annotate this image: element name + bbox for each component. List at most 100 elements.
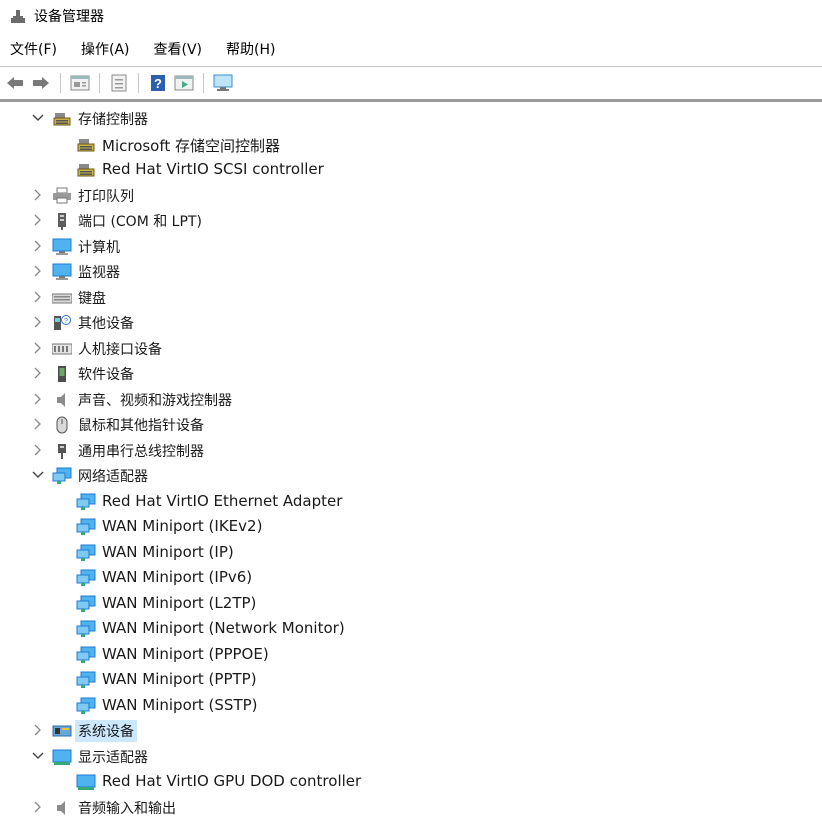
network-adapter-icon [76, 671, 96, 689]
tree-item-label: 键盘 [78, 290, 106, 307]
tree-item-label: WAN Miniport (IP) [102, 542, 234, 561]
chevron-right-icon[interactable] [31, 443, 45, 457]
menu-file[interactable]: 文件(F) [10, 37, 57, 61]
chevron-right-icon[interactable] [31, 392, 45, 406]
chevron-right-icon[interactable] [31, 723, 45, 737]
title-bar: 设备管理器 [0, 0, 822, 32]
chevron-right-icon[interactable] [31, 800, 45, 814]
tree-device[interactable]: WAN Miniport (Network Monitor) [0, 616, 822, 641]
mouse-icon [52, 416, 72, 434]
network-adapter-icon [76, 595, 96, 613]
usb-icon [52, 442, 72, 460]
tree-category[interactable]: 声音、视频和游戏控制器 [0, 387, 822, 412]
tree-category[interactable]: 显示适配器 [0, 744, 822, 769]
chevron-right-icon[interactable] [31, 239, 45, 253]
tree-item-label: 鼠标和其他指针设备 [78, 418, 204, 434]
monitor-icon[interactable] [212, 72, 234, 94]
tree-category[interactable]: 键盘 [0, 285, 822, 310]
tree-item-label: Red Hat VirtIO Ethernet Adapter [102, 491, 343, 510]
tree-category[interactable]: 存储控制器 [0, 106, 822, 131]
tree-item-label: 网络适配器 [78, 469, 148, 485]
tree-category[interactable]: 打印队列 [0, 183, 822, 208]
toolbar-separator [203, 73, 204, 93]
tree-category[interactable]: 软件设备 [0, 361, 822, 386]
tree-category[interactable]: 音频输入和输出 [0, 795, 822, 820]
tree-category[interactable]: 计算机 [0, 234, 822, 259]
toolbar-separator [60, 73, 61, 93]
tree-category[interactable]: 鼠标和其他指针设备 [0, 412, 822, 437]
tree-device[interactable]: WAN Miniport (IP) [0, 540, 822, 565]
tree-item-label: 存储控制器 [78, 112, 148, 128]
tree-device[interactable]: WAN Miniport (PPPOE) [0, 642, 822, 667]
speaker-icon [52, 799, 72, 817]
menu-view[interactable]: 查看(V) [154, 37, 203, 61]
tree-category[interactable]: 网络适配器 [0, 463, 822, 488]
network-adapter-icon [76, 646, 96, 664]
tree-device[interactable]: WAN Miniport (IKEv2) [0, 514, 822, 539]
computer-icon [52, 238, 72, 256]
help-icon[interactable]: ? [147, 72, 169, 94]
display-adapter-icon [76, 773, 96, 791]
tree-device[interactable]: WAN Miniport (PPTP) [0, 667, 822, 692]
network-adapter-icon [52, 467, 72, 485]
chevron-down-icon[interactable] [31, 111, 45, 125]
network-adapter-icon [76, 493, 96, 511]
tree-item-label: 端口 (COM 和 LPT) [78, 214, 202, 230]
tree-item-label: 监视器 [78, 265, 120, 281]
network-adapter-icon [76, 569, 96, 587]
tree-item-label: WAN Miniport (PPPOE) [102, 644, 269, 663]
update-driver-icon[interactable] [108, 72, 130, 94]
tree-category[interactable]: 端口 (COM 和 LPT) [0, 208, 822, 233]
tree-device[interactable]: Red Hat VirtIO Ethernet Adapter [0, 489, 822, 514]
network-adapter-icon [76, 697, 96, 715]
tree-device[interactable]: WAN Miniport (IPv6) [0, 565, 822, 590]
tree-item-label: Red Hat VirtIO SCSI controller [102, 160, 324, 178]
tree-item-label: 打印队列 [78, 188, 134, 205]
menu-help[interactable]: 帮助(H) [226, 37, 275, 61]
properties-icon[interactable] [69, 72, 91, 94]
tree-item-label: 计算机 [78, 239, 120, 256]
tree-item-label: 音频输入和输出 [78, 800, 176, 817]
keyboard-icon [51, 289, 73, 307]
tree-item-label: 声音、视频和游戏控制器 [78, 392, 232, 409]
menu-bar: 文件(F) 操作(A) 查看(V) 帮助(H) [0, 36, 822, 62]
printer-icon [52, 187, 72, 205]
chevron-right-icon[interactable] [31, 213, 45, 227]
tree-device[interactable]: Red Hat VirtIO GPU DOD controller [0, 769, 822, 794]
chevron-right-icon[interactable] [31, 417, 45, 431]
tree-item-label: 软件设备 [78, 367, 134, 383]
speaker-icon [52, 391, 72, 409]
back-arrow-icon[interactable] [4, 72, 26, 94]
toolbar-separator [138, 73, 139, 93]
chevron-down-icon[interactable] [31, 468, 45, 482]
tree-item-label: 其他设备 [78, 316, 134, 332]
toolbar-separator [99, 73, 100, 93]
tree-category[interactable]: 人机接口设备 [0, 336, 822, 361]
chevron-right-icon[interactable] [31, 188, 45, 202]
tree-item-label: 通用串行总线控制器 [78, 443, 204, 460]
tree-category[interactable]: 通用串行总线控制器 [0, 438, 822, 463]
device-manager-icon [10, 8, 26, 24]
chevron-right-icon[interactable] [31, 290, 45, 304]
tree-item-label: 系统设备 [75, 720, 137, 742]
tree-device[interactable]: WAN Miniport (L2TP) [0, 591, 822, 616]
tree-device[interactable]: Red Hat VirtIO SCSI controller [0, 157, 822, 182]
storage-controller-icon [76, 161, 96, 179]
hid-icon [51, 340, 73, 358]
chevron-right-icon[interactable] [31, 315, 45, 329]
svg-text:?: ? [64, 318, 68, 325]
tree-category[interactable]: 监视器 [0, 259, 822, 284]
tree-device[interactable]: WAN Miniport (SSTP) [0, 693, 822, 718]
port-icon [52, 212, 72, 230]
tree-category[interactable]: ? 其他设备 [0, 310, 822, 335]
chevron-right-icon[interactable] [31, 264, 45, 278]
chevron-right-icon[interactable] [31, 341, 45, 355]
network-adapter-icon [76, 518, 96, 536]
chevron-right-icon[interactable] [31, 366, 45, 380]
run-icon[interactable] [173, 72, 195, 94]
chevron-down-icon[interactable] [31, 749, 45, 763]
tree-device[interactable]: Microsoft 存储空间控制器 [0, 132, 822, 157]
menu-action[interactable]: 操作(A) [81, 37, 130, 61]
tree-category[interactable]: 系统设备 [0, 718, 822, 743]
forward-arrow-icon[interactable] [30, 72, 52, 94]
